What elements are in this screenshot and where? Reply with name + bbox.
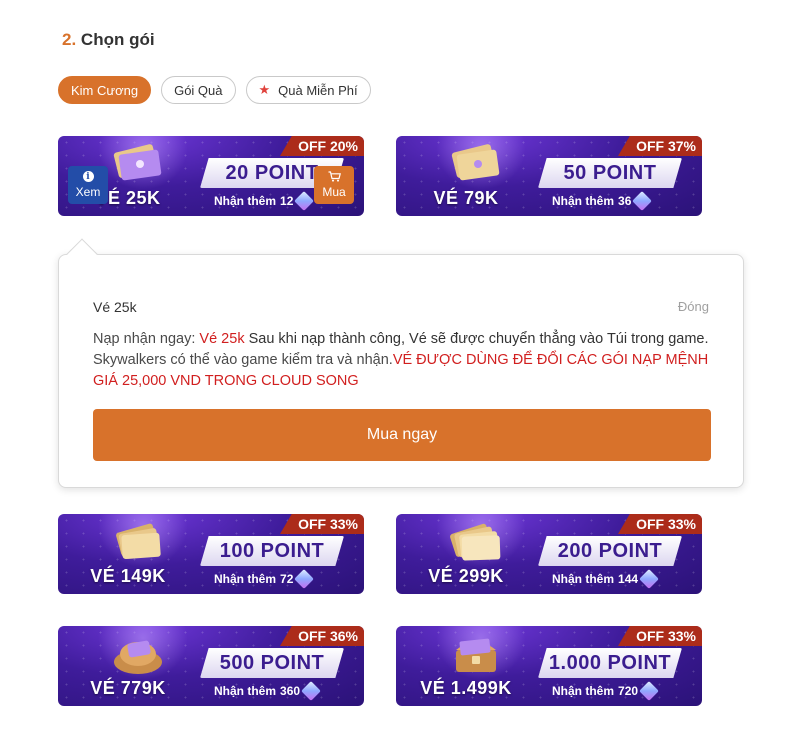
bonus-text: Nhận thêm 12 [214,191,315,211]
package-card[interactable]: VÉ 25K 20 POINT Nhận thêm 12 OFF 20% i X… [58,136,364,216]
bonus-prefix: Nhận thêm [214,194,277,208]
bonus-prefix: Nhận thêm [552,684,615,698]
star-icon: ★ [258,82,271,97]
desc-prefix: Nạp nhận ngay: [93,331,200,347]
bonus-prefix: Nhận thêm [214,572,277,586]
ticket-price: VÉ 1.499K [420,678,512,698]
discount-badge: OFF 20% [280,136,364,156]
bonus-amount: 12 [280,194,294,208]
bonus-text: Nhận thêm 720 [552,681,659,701]
chest-icon [456,638,496,672]
bag-icon [114,640,162,674]
bonus-amount: 360 [280,684,301,698]
tab-label: Gói Quà [174,82,223,98]
bonus-text: Nhận thêm 36 [552,191,653,211]
discount-badge: OFF 36% [280,626,364,646]
point-amount: 1.000 POINT [538,648,682,678]
desc-mid: Skywalkers có thể vào game kiểm tra và n… [93,352,393,368]
tab-label: Quà Miễn Phí [278,82,358,98]
gem-icon [301,681,321,701]
desc-item: Vé 25k [199,331,245,347]
point-amount: 200 POINT [538,536,682,566]
ticket-icon [113,144,162,181]
tab-goi-qua[interactable]: Gói Quà [161,76,236,104]
bonus-prefix: Nhận thêm [552,194,615,208]
bonus-text: Nhận thêm 144 [552,569,659,589]
section-number: 2. [62,30,77,49]
package-card[interactable]: VÉ 149K 100 POINT Nhận thêm 72 OFF 33% [58,514,364,594]
ticket-price: VÉ 149K [90,566,166,586]
gem-icon [639,569,659,589]
tab-label: Kim Cương [71,82,139,98]
ticket-icon [116,523,161,560]
gem-icon [294,191,315,211]
point-amount: 100 POINT [200,536,344,566]
desc-mid-strong: Sau khi nạp thành công, Vé sẽ được chuyể… [244,331,709,347]
ticket-icon [450,523,501,561]
bonus-prefix: Nhận thêm [552,572,615,586]
tab-qua-mien-phi[interactable]: ★ Quà Miễn Phí [245,76,371,104]
cart-icon [328,171,341,182]
gem-icon [632,191,653,211]
package-card[interactable]: VÉ 299K 200 POINT Nhận thêm 144 OFF 33% [396,514,702,594]
section-title: 2. Chọn gói [62,30,155,50]
info-icon: i [82,171,94,182]
discount-badge: OFF 33% [618,514,702,534]
buy-label: Mua [322,185,346,199]
discount-badge: OFF 37% [618,136,702,156]
popup-title: Vé 25k [93,299,137,315]
view-label: Xem [75,185,101,199]
package-card[interactable]: VÉ 779K 500 POINT Nhận thêm 360 OFF 36% [58,626,364,706]
package-detail-popup: Vé 25k Đóng Nạp nhận ngay: Vé 25k Sau kh… [58,238,744,488]
bonus-prefix: Nhận thêm [214,684,277,698]
popup-description: Nạp nhận ngay: Vé 25k Sau khi nạp thành … [93,329,713,392]
ticket-price: VÉ 79K [433,188,499,208]
gem-icon [639,681,659,701]
package-tabs: Kim Cương Gói Quà ★ Quà Miễn Phí [58,76,371,104]
point-amount: 50 POINT [538,158,682,188]
bonus-amount: 720 [618,684,639,698]
buy-button[interactable]: Mua [314,166,354,204]
ticket-price: VÉ 779K [90,678,166,698]
view-button[interactable]: i Xem [68,166,108,204]
bonus-text: Nhận thêm 360 [214,681,321,701]
popup-arrow [66,238,98,270]
bonus-amount: 72 [280,572,294,586]
discount-badge: OFF 33% [280,514,364,534]
bonus-amount: 36 [618,194,632,208]
buy-now-button[interactable]: Mua ngay [93,409,711,461]
discount-badge: OFF 33% [618,626,702,646]
ticket-icon [451,144,500,181]
bonus-amount: 144 [618,572,639,586]
tab-kim-cuong[interactable]: Kim Cương [58,76,152,104]
gem-icon [294,569,315,589]
close-button[interactable]: Đóng [678,299,709,314]
ticket-price: VÉ 299K [428,566,504,586]
point-amount: 500 POINT [200,648,344,678]
package-card[interactable]: VÉ 1.499K 1.000 POINT Nhận thêm 720 OFF … [396,626,702,706]
section-title-text: Chọn gói [80,30,155,49]
package-card[interactable]: VÉ 79K 50 POINT Nhận thêm 36 OFF 37% [396,136,702,216]
bonus-text: Nhận thêm 72 [214,569,315,589]
